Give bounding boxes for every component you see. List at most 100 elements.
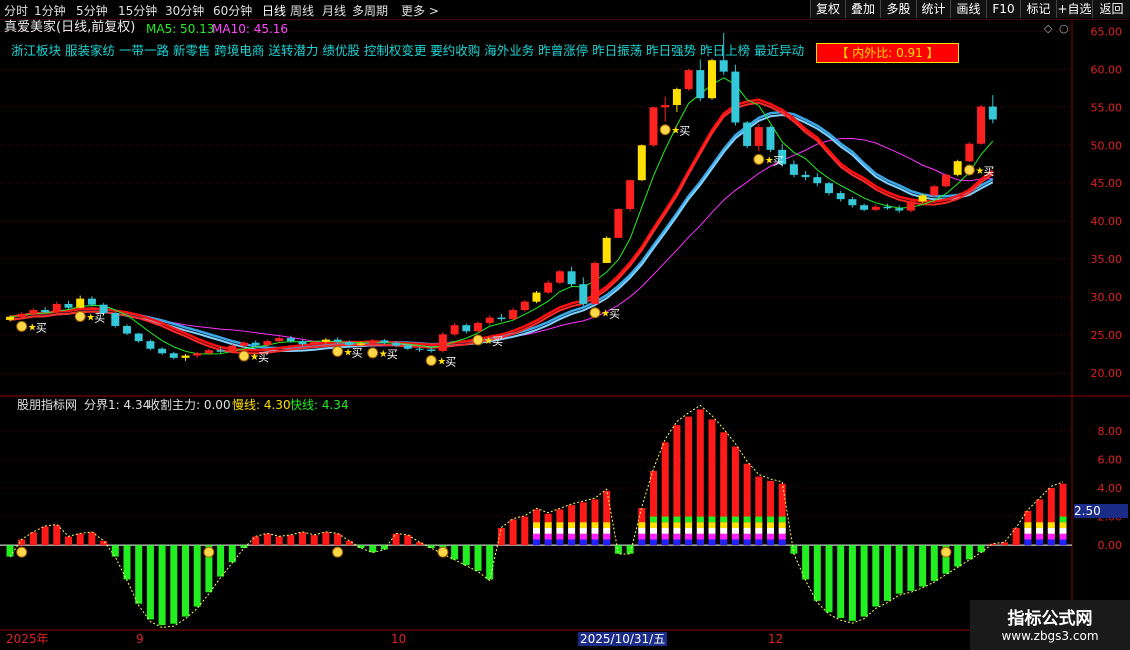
toolbar-button-4[interactable]: 画线: [950, 0, 986, 18]
price-tick: 35.00: [1091, 253, 1123, 266]
ind-bar: [170, 545, 178, 624]
ind-bar-band: [661, 516, 669, 523]
ind-bar-band: [533, 522, 540, 528]
candle-body: [6, 316, 14, 320]
period-4[interactable]: 30分钟: [165, 2, 204, 19]
ind-bar-band: [1024, 528, 1032, 534]
ind-bar-band: [731, 539, 739, 546]
ind-bar-band: [755, 533, 763, 540]
price-tick: 60.00: [1091, 63, 1123, 76]
watermark: 指标公式网 www.zbgs3.com: [970, 600, 1130, 650]
candle-body: [860, 205, 869, 210]
price-tick: 20.00: [1091, 367, 1123, 380]
candle-body: [801, 174, 810, 178]
circle-icon: ○: [1059, 22, 1069, 35]
ind-bar: [919, 545, 927, 587]
ind-bar-band: [638, 539, 646, 546]
candle-body: [930, 186, 939, 196]
ind-bar-band: [743, 522, 751, 528]
toolbar-button-3[interactable]: 统计: [916, 0, 950, 18]
ind-bar-band: [720, 539, 728, 546]
period-5[interactable]: 60分钟: [213, 2, 252, 19]
ind-bar: [404, 535, 412, 546]
ind-bar-band: [661, 533, 669, 540]
ind-tick: 4.00: [1098, 482, 1123, 495]
kline-chart[interactable]: 65.00 60.00 55.00 50.00 45.00 40.00 35.00 30.00…: [0, 20, 1130, 650]
ind-bar-band: [1047, 522, 1055, 528]
period-8[interactable]: 月线: [322, 2, 346, 19]
ind-bar-band: [778, 539, 786, 546]
period-10[interactable]: 更多 >: [401, 2, 439, 19]
ma5-line: [9, 77, 994, 355]
candle-body: [743, 122, 752, 147]
ind-bar: [182, 545, 189, 617]
ind-bar: [474, 545, 482, 571]
ind-bar: [451, 545, 459, 560]
period-0[interactable]: 分时: [4, 2, 28, 19]
ind-bar-band: [1024, 539, 1032, 546]
ind-bar: [100, 540, 108, 546]
ind-bar-band: [661, 522, 669, 528]
toolbar-button-6[interactable]: 标记: [1020, 0, 1056, 18]
period-3[interactable]: 15分钟: [118, 2, 157, 19]
period-9[interactable]: 多周期: [352, 2, 388, 19]
money-bag-icon: [16, 546, 28, 558]
candle-body: [333, 339, 342, 342]
period-1[interactable]: 1分钟: [34, 2, 66, 19]
candle-body: [813, 177, 822, 184]
ind-bar-band: [708, 516, 716, 523]
ind-bar-band: [1024, 533, 1032, 540]
buy-label: 买: [983, 165, 994, 178]
ind-bar-band: [755, 539, 763, 546]
ind-bar-band: [767, 516, 774, 523]
toolbar-button-5[interactable]: F10: [986, 0, 1020, 18]
indicator-name[interactable]: 股朋指标网: [17, 398, 77, 412]
ind-bar-band: [1036, 533, 1044, 540]
ind-bar-band: [650, 522, 657, 528]
candle-body: [696, 70, 705, 99]
ind-bar: [287, 535, 295, 546]
price-tick: 65.00: [1091, 25, 1123, 38]
buy-signal-icon: [367, 347, 379, 359]
ind-bar-band: [673, 533, 681, 540]
candle-body: [275, 338, 284, 342]
ind-bar-band: [708, 533, 716, 540]
candle-body: [906, 201, 915, 211]
ind-bar: [53, 525, 61, 546]
toolbar-button-1[interactable]: 叠加: [845, 0, 880, 18]
ind-bar: [65, 536, 72, 546]
ind-bar-band: [743, 539, 751, 546]
ind-bar: [6, 545, 14, 557]
ind-bar-band: [685, 539, 693, 546]
ind-bar-band: [533, 528, 540, 534]
money-bag-icon: [332, 546, 344, 558]
toolbar-button-0[interactable]: 复权: [810, 0, 845, 18]
candle-body: [427, 349, 436, 352]
toolbar-button-7[interactable]: +自选: [1056, 0, 1092, 18]
ind-bar: [135, 545, 143, 604]
ind-bar-band: [720, 528, 728, 534]
buy-signal-icon: [753, 153, 765, 165]
period-2[interactable]: 5分钟: [76, 2, 108, 19]
ind-bar: [299, 532, 306, 546]
ind-bar-band: [650, 516, 657, 523]
ind-bar: [486, 545, 494, 580]
ind-bar: [392, 533, 400, 546]
period-7[interactable]: 周线: [290, 2, 314, 19]
ind-bar-band: [556, 533, 564, 540]
ind-bar: [860, 545, 868, 617]
ind-bar: [930, 545, 938, 581]
candle-body: [988, 106, 997, 120]
toolbar-button-2[interactable]: 多股: [880, 0, 916, 18]
concept-tags[interactable]: 浙江板块 服装家纺 一带一路 新零售 跨境电商 送转潜力 绩优股 控制权变更 要…: [11, 44, 804, 58]
candle-body: [485, 317, 494, 323]
toolbar-button-8[interactable]: 返回: [1092, 0, 1130, 18]
ind-bar-band: [650, 533, 657, 540]
ind-bar-band: [708, 522, 716, 528]
buy-label: 买: [387, 348, 398, 361]
ind-bar-band: [685, 516, 693, 523]
ind-bar-band: [568, 528, 576, 534]
period-6[interactable]: 日线: [262, 2, 286, 19]
ind-bar: [837, 545, 845, 618]
candle-body: [474, 322, 482, 332]
